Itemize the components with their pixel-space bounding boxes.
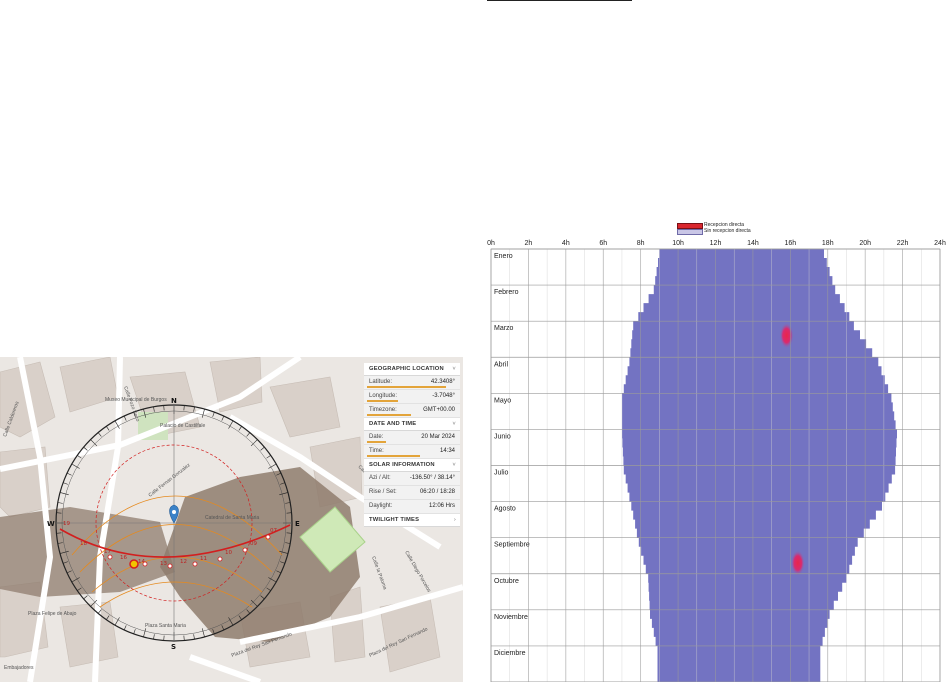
info-value: 20 Mar 2024 (421, 434, 455, 440)
hour-11: 11 (200, 556, 207, 562)
x-tick-label: 14h (747, 240, 759, 247)
x-tick-label: 0h (487, 240, 495, 247)
compass-south: S (171, 643, 176, 651)
x-tick-label: 16h (784, 240, 796, 247)
info-row[interactable]: Daylight: 12:06 Hrs (364, 500, 460, 514)
section-header-3[interactable]: TWILIGHT TIMES › (364, 514, 460, 527)
chevron-down-icon[interactable]: ˅ (452, 363, 456, 375)
info-row[interactable]: Latitude: 42.3408° (364, 376, 460, 390)
month-label: Abril (494, 361, 508, 368)
month-label: Mayo (494, 397, 511, 404)
direct-reception-mark (790, 549, 805, 576)
section-body: Date: 20 Mar 2024 Time: 14:34 (364, 431, 460, 459)
info-label: Rise / Set: (369, 489, 397, 495)
info-row[interactable]: Longitude: -3.7048° (364, 390, 460, 404)
month-label: Noviembre (494, 614, 528, 621)
section-body: Azi / Alt: -136.50° / 38.14° Rise / Set: 06… (364, 472, 460, 514)
direct-reception-mark (779, 322, 794, 349)
section-title: GEOGRAPHIC LOCATION (369, 366, 444, 372)
chevron-right-icon[interactable]: › (454, 514, 456, 526)
info-row[interactable]: Time: 14:34 (364, 445, 460, 459)
compass-east: E (295, 520, 300, 528)
compass-west: W (47, 520, 55, 528)
value-slider-bar[interactable] (367, 400, 398, 402)
poi-label: Museo Municipal de Burgos (105, 397, 167, 403)
info-value: 06:20 / 18:28 (419, 489, 455, 495)
compass-north: N (171, 397, 177, 405)
info-value: GMT+00.00 (423, 407, 455, 413)
street-label: Plaza Santa Maria (145, 623, 186, 629)
month-label: Julio (494, 470, 509, 477)
month-label: Marzo (494, 325, 514, 332)
sun-path-map[interactable]: 19 18 17 16 14 13 12 11 10 09 07 N S E W (0, 357, 463, 682)
x-tick-label: 12h (710, 240, 722, 247)
section-title: TWILIGHT TIMES (369, 517, 420, 523)
x-tick-label: 8h (637, 240, 645, 247)
section-header-2[interactable]: SOLAR INFORMATION ˅ (364, 459, 460, 472)
x-tick-label: 4h (562, 240, 570, 247)
section-body: Latitude: 42.3408° Longitude: -3.7048° Timez… (364, 376, 460, 418)
info-value: 14:34 (439, 448, 455, 454)
section-header-0[interactable]: GEOGRAPHIC LOCATION ˅ (364, 363, 460, 376)
value-slider-bar[interactable] (367, 455, 420, 457)
x-tick-label: 18h (822, 240, 834, 247)
x-tick-label: 24h (934, 240, 946, 247)
hour-18: 18 (80, 541, 87, 547)
month-label: Febrero (494, 289, 519, 296)
value-slider-bar[interactable] (367, 441, 387, 443)
month-label: Septiembre (494, 542, 530, 549)
chevron-down-icon[interactable]: ˅ (452, 459, 456, 471)
hour-16: 16 (120, 555, 127, 561)
poi-label: Catedral de Santa Maria (205, 515, 259, 521)
chart-legend: Recepcion directa Sin recepcion directa (676, 222, 751, 235)
hour-10: 10 (225, 550, 232, 556)
hour-09: 09 (250, 541, 257, 547)
x-tick-label: 6h (599, 240, 607, 247)
sun-position-marker[interactable] (129, 559, 139, 569)
legend-swatch-no-direct (677, 229, 703, 235)
section-header-1[interactable]: DATE AND TIME ˅ (364, 418, 460, 431)
legend-label-no-direct: Sin recepcion directa (704, 228, 751, 234)
month-label: Octubre (494, 578, 519, 585)
x-tick-label: 22h (897, 240, 909, 247)
street-label: Plaza Felipe de Abajo (28, 611, 77, 617)
poi-label: Palacio de Castilfale (160, 423, 206, 429)
month-label: Diciembre (494, 650, 526, 657)
info-value: 12:06 Hrs (428, 503, 455, 509)
info-label: Azi / Alt: (369, 475, 391, 481)
month-label: Agosto (494, 506, 516, 513)
hour-12: 12 (180, 559, 187, 565)
info-row[interactable]: Rise / Set: 06:20 / 18:28 (364, 486, 460, 500)
value-slider-bar[interactable] (367, 386, 447, 388)
info-label: Daylight: (369, 503, 393, 509)
hour-19: 19 (63, 521, 70, 527)
x-tick-label: 10h (672, 240, 684, 247)
x-tick-label: 2h (525, 240, 533, 247)
section-title: DATE AND TIME (369, 421, 417, 427)
month-label: Junio (494, 433, 511, 440)
chevron-down-icon[interactable]: ˅ (452, 418, 456, 430)
info-row[interactable]: Timezone: GMT+00.00 (364, 404, 460, 418)
poi-label: Embajadores (4, 665, 34, 671)
top-underline (487, 0, 632, 2)
info-panel: GEOGRAPHIC LOCATION ˅ Latitude: 42.3408° Lon… (364, 363, 460, 527)
value-slider-bar[interactable] (367, 414, 411, 416)
hour-17: 17 (104, 549, 111, 555)
info-value: -136.50° / 38.14° (409, 475, 455, 481)
hour-07: 07 (270, 528, 277, 534)
section-title: SOLAR INFORMATION (369, 462, 435, 468)
legend-item-no-direct: Sin recepcion directa (676, 228, 751, 235)
month-label: Enero (494, 253, 513, 260)
x-tick-label: 20h (859, 240, 871, 247)
info-row[interactable]: Date: 20 Mar 2024 (364, 431, 460, 445)
hour-13: 13 (160, 561, 167, 567)
solar-reception-chart: 0h 2h 4h 6h 8h 10h 12h 14h 16h 18h 20h 22h 24h Enero… (487, 240, 946, 682)
info-row[interactable]: Azi / Alt: -136.50° / 38.14° (364, 472, 460, 486)
info-value: -3.7048° (432, 393, 455, 399)
